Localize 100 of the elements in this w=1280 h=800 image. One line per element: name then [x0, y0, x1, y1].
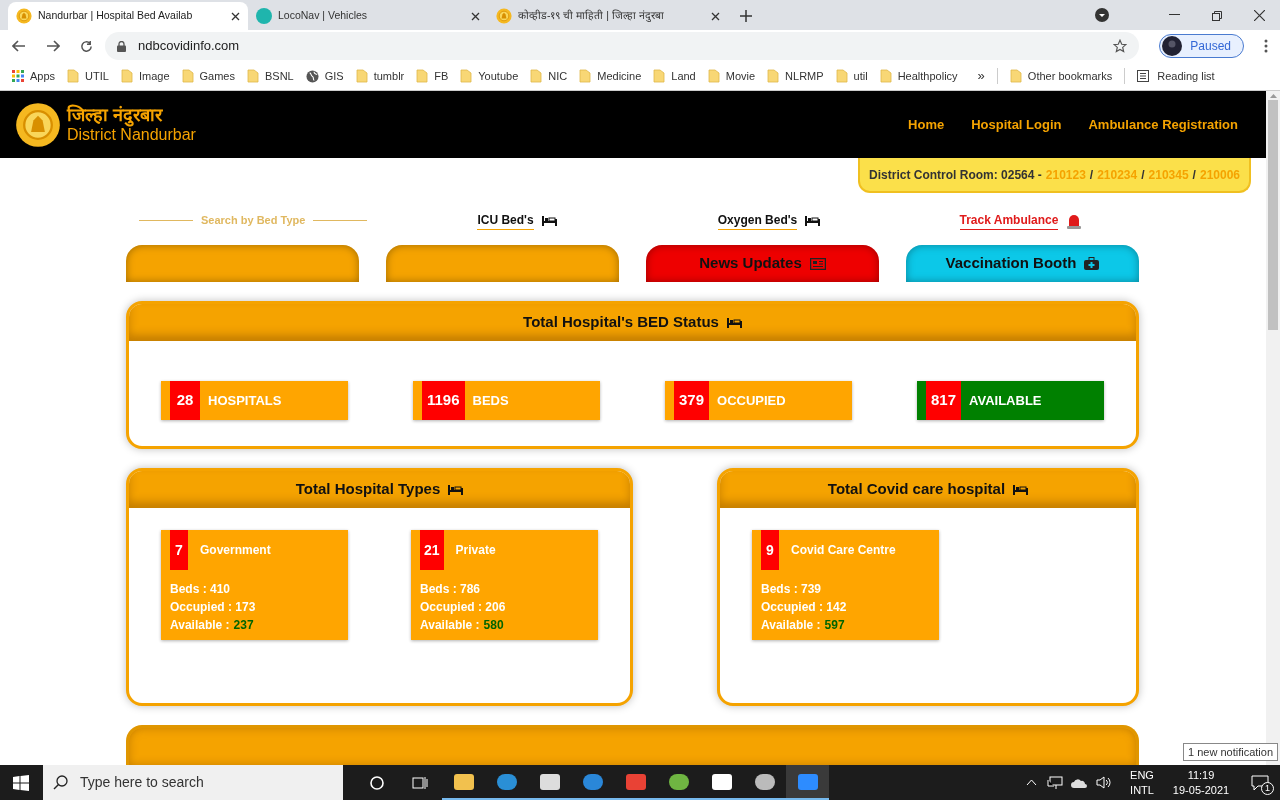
lock-icon — [117, 40, 126, 52]
bed-icon — [805, 215, 821, 226]
speaker-icon[interactable] — [1096, 776, 1112, 789]
bookmark[interactable]: Apps — [12, 67, 56, 85]
site-title-local: जिल्हा नंदुरबार — [67, 105, 163, 125]
reload-icon[interactable] — [80, 39, 93, 53]
card-title: Total Covid care hospital — [827, 479, 1006, 500]
count-badge: 9 — [761, 530, 779, 570]
browser-tab[interactable]: Nandurbar | Hospital Bed Availab — [8, 2, 248, 30]
bookmark[interactable]: BSNL — [246, 67, 294, 85]
new-tab-icon[interactable] — [740, 10, 752, 22]
close-icon[interactable] — [471, 11, 480, 21]
folder-icon — [530, 69, 543, 83]
folder-icon — [460, 69, 473, 83]
nav-link[interactable]: Hospital Login — [971, 114, 1062, 135]
globe-icon — [305, 69, 319, 83]
bookmark[interactable]: Other bookmarks — [1009, 67, 1113, 85]
count-badge: 379 — [674, 381, 710, 420]
beds-text: Beds : 739 — [761, 581, 823, 598]
control-room-label: District Control Room: 02564 - — [869, 166, 1042, 184]
windows-icon[interactable] — [13, 774, 29, 791]
occupied-text: Occupied : 142 — [761, 599, 848, 616]
bookmark[interactable]: FB — [416, 67, 449, 85]
back-icon[interactable] — [12, 40, 26, 52]
star-icon[interactable] — [1113, 39, 1128, 53]
minimize-icon[interactable] — [1169, 14, 1180, 16]
bookmark[interactable]: util — [835, 67, 868, 85]
bookmark[interactable]: Medicine — [579, 67, 642, 85]
bookmark[interactable]: NLRMP — [767, 67, 824, 85]
clock[interactable]: 11:19 19-05-2021 — [1162, 767, 1240, 798]
close-icon[interactable] — [231, 11, 240, 21]
filter-link[interactable]: Track Ambulance — [959, 211, 1059, 231]
notification-icon — [1251, 774, 1269, 791]
language-indicator[interactable]: ENG INTL — [1122, 767, 1162, 798]
search-icon — [53, 775, 68, 790]
tab-title: LocoNav | Vehicles — [278, 8, 369, 24]
profile-button[interactable]: Paused — [1159, 34, 1244, 58]
category-button[interactable]: Vaccination Booth — [906, 245, 1139, 282]
menu-icon[interactable] — [1264, 39, 1268, 53]
bookmark[interactable]: Youtube — [460, 67, 519, 85]
nav-link[interactable]: Ambulance Registration — [1088, 114, 1238, 135]
task-view-icon[interactable] — [412, 775, 428, 790]
site-title: District Nandurbar — [67, 125, 196, 144]
count-badge: 1196 — [422, 381, 465, 420]
folder-icon — [416, 69, 429, 83]
browser-tab[interactable]: कोव्हीड-१९ ची माहिती | जिल्हा नंदुरबा — [488, 2, 728, 30]
filter-link[interactable]: Oxygen Bed's — [717, 211, 798, 231]
bookmark[interactable]: Healthpolicy — [879, 67, 958, 85]
bookmark[interactable]: Land — [653, 67, 696, 85]
bed-icon — [726, 317, 742, 328]
avatar-icon — [1162, 36, 1183, 56]
seal-icon — [496, 8, 512, 24]
folder-icon — [767, 69, 780, 83]
section-label: Search by Bed Type — [201, 213, 306, 229]
tab-title: Nandurbar | Hospital Bed Availab — [38, 8, 194, 24]
network-icon[interactable] — [1047, 775, 1063, 790]
bookmarks-overflow[interactable]: » — [977, 66, 985, 86]
address-bar[interactable]: ndbcovidinfo.com — [105, 32, 1140, 60]
restore-icon[interactable] — [1212, 11, 1222, 21]
folder-icon — [579, 69, 592, 83]
scrollbar-thumb[interactable] — [1268, 100, 1278, 330]
reading-list[interactable]: Reading list — [1137, 67, 1215, 85]
chevron-up-icon[interactable] — [1026, 779, 1037, 786]
available-label: Available : — [420, 617, 480, 634]
bookmark[interactable]: Image — [120, 67, 170, 85]
nav-link[interactable]: Home — [908, 114, 945, 135]
separator-text: / — [1141, 166, 1145, 184]
action-center-button[interactable]: 1 — [1240, 765, 1280, 800]
cortana-icon[interactable] — [370, 775, 384, 790]
taskbar-search-field[interactable]: Type here to search — [43, 765, 343, 800]
bookmark[interactable]: Games — [181, 67, 235, 85]
folder-icon — [1009, 69, 1022, 83]
card-title: Total Hospital Types — [295, 479, 441, 500]
bed-icon — [541, 215, 557, 226]
bookmark[interactable]: NIC — [530, 67, 568, 85]
folder-icon — [835, 69, 848, 83]
folder-icon — [707, 69, 720, 83]
available-count: 597 — [824, 617, 845, 634]
card-title: Total Hospital's BED Status — [523, 312, 719, 333]
bookmark[interactable]: GIS — [305, 67, 344, 85]
folder-icon — [653, 69, 666, 83]
seal-icon — [15, 101, 61, 148]
bookmark[interactable]: Movie — [707, 67, 756, 85]
forward-icon[interactable] — [46, 40, 60, 52]
tab-search-icon[interactable] — [1095, 8, 1109, 22]
separator-text: / — [1089, 166, 1094, 184]
browser-tab[interactable]: LocoNav | Vehicles — [248, 2, 488, 30]
close-icon[interactable] — [1254, 10, 1265, 21]
filter-link[interactable]: ICU Bed's — [477, 211, 534, 231]
medkit-icon — [1084, 257, 1100, 270]
bed-icon — [1013, 484, 1029, 495]
cloud-icon[interactable] — [1071, 777, 1088, 788]
type-label: Government — [200, 542, 271, 559]
close-icon[interactable] — [711, 11, 720, 21]
available-count: 580 — [483, 617, 504, 634]
seal-icon — [16, 8, 32, 24]
category-button[interactable]: News Updates — [646, 245, 879, 282]
bookmark[interactable]: tumblr — [355, 67, 405, 85]
count-badge: 7 — [170, 530, 188, 570]
bookmark[interactable]: UTIL — [67, 67, 109, 85]
